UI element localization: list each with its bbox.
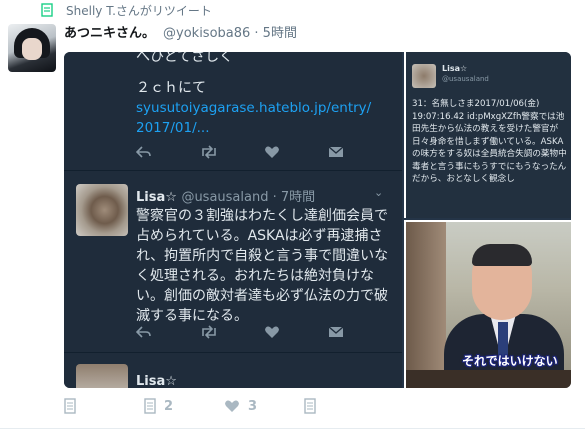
heart-icon xyxy=(264,324,328,340)
retweet-button[interactable]: 2 xyxy=(144,398,224,414)
first-tweet-body: ２ｃｈにて syusutoiyagarase.hateblo.jp/entry/… xyxy=(136,78,371,138)
tweet-link: syusutoiyagarase.hateblo.jp/entry/ 2017/… xyxy=(136,98,371,138)
heart-icon xyxy=(225,400,239,412)
reply-icon xyxy=(136,324,200,340)
lisa-avatar-small xyxy=(412,64,436,88)
avatar[interactable] xyxy=(8,24,56,72)
divider xyxy=(64,170,402,171)
message-button[interactable] xyxy=(304,398,316,414)
divider xyxy=(0,428,585,429)
first-tweet-actions xyxy=(136,144,392,160)
tweet-link-line2: 2017/01/... xyxy=(136,120,210,136)
mail-icon xyxy=(328,144,392,160)
lisa-tweet-actions xyxy=(136,324,392,340)
like-count: 3 xyxy=(248,398,258,414)
tweet-actions: 2 3 xyxy=(64,398,316,414)
lisa-meta: @usausaland · 7時間 xyxy=(181,190,316,205)
retweet-icon xyxy=(200,144,264,160)
media-grid[interactable]: へひとてさしく ２ｃｈにて syusutoiyagarase.hateblo.j… xyxy=(64,52,571,388)
photo-speaker[interactable]: それではいけない xyxy=(404,220,571,388)
reply-icon xyxy=(136,144,200,160)
tweet-card: Shelly T.さんがリツイート あつニキさん。 @yokisoba86 · … xyxy=(0,0,585,432)
screenshot-left[interactable]: へひとてさしく ２ｃｈにて syusutoiyagarase.hateblo.j… xyxy=(64,52,402,388)
cropped-text: へひとてさしく xyxy=(136,52,234,65)
retweet-icon xyxy=(200,324,264,340)
mail-icon xyxy=(328,324,392,340)
lisa-name-line: Lisa☆ @usausaland · 7時間 xyxy=(136,186,315,205)
photo-caption: それではいけない xyxy=(462,354,558,368)
like-button[interactable]: 3 xyxy=(224,399,304,414)
chevron-down-icon: ⌄ xyxy=(374,186,384,199)
tweet-link-line1: syusutoiyagarase.hateblo.jp/entry/ xyxy=(136,100,372,116)
reply-button[interactable] xyxy=(64,398,144,414)
retweet-count: 2 xyxy=(164,398,174,414)
retweet-context[interactable]: Shelly T.さんがリツイート xyxy=(40,0,212,20)
lisa-name: Lisa☆ xyxy=(136,374,177,388)
avatar-face xyxy=(22,38,42,60)
lisa-avatar xyxy=(76,184,128,236)
tweet-header: あつニキさん。 @yokisoba86 · 5時間 xyxy=(64,22,297,41)
lisa-name: Lisa☆ xyxy=(136,190,177,205)
retweet-context-text: Shelly T.さんがリツイート xyxy=(66,3,212,18)
retweet-icon xyxy=(41,3,53,17)
message-icon xyxy=(304,398,316,414)
photo-curtain xyxy=(406,222,446,388)
photo-desk xyxy=(406,370,571,388)
lisa-avatar xyxy=(76,364,128,388)
lisa-name-small: Lisa☆ xyxy=(442,64,468,73)
lisa-handle-small: @usausaland xyxy=(442,75,489,83)
user-handle-time[interactable]: @yokisoba86 · 5時間 xyxy=(163,22,297,41)
retweet-icon xyxy=(144,398,156,414)
first-tweet-line: ２ｃｈにて xyxy=(136,80,206,96)
lisa-tweet-text: 警察官の３割強はわたくし達創価会員で占められている。ASKAは必ず再逮捕され、拘… xyxy=(136,208,389,324)
user-name[interactable]: あつニキさん。 xyxy=(64,22,155,41)
screenshot-right[interactable]: Lisa☆ @usausaland 31：名無しさま2017/01/06(金) … xyxy=(404,52,571,218)
divider xyxy=(64,352,402,353)
reply-icon xyxy=(64,398,76,414)
heart-icon xyxy=(264,144,328,160)
photo-hair xyxy=(472,244,532,266)
quoted-2ch-text: 31：名無しさま2017/01/06(金) 19:07:16.42 id:pMx… xyxy=(412,99,567,184)
